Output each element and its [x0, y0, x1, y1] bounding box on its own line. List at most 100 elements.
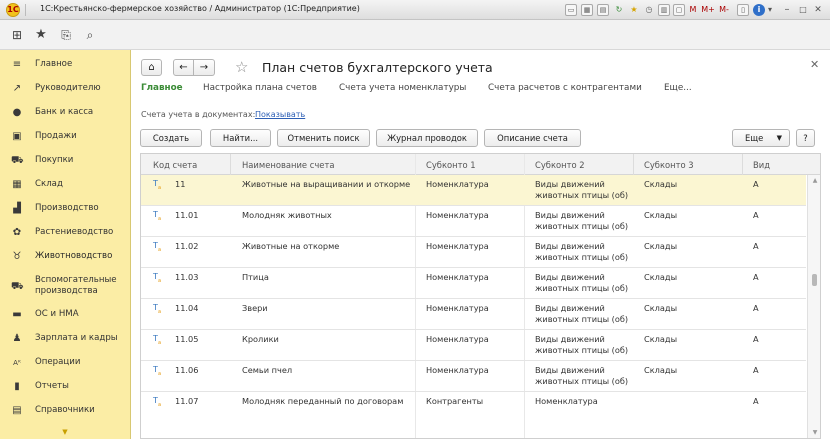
- table-row[interactable]: Ta 11.02 Животные на откорме Номенклатур…: [141, 237, 806, 268]
- create-button[interactable]: Создать: [140, 129, 202, 147]
- help-button[interactable]: ?: [796, 129, 815, 147]
- sidebar-item-livestock[interactable]: ♉ Животноводство: [0, 245, 130, 269]
- cell-code: 11.01: [175, 210, 199, 220]
- history-icon[interactable]: ⎘: [58, 27, 74, 43]
- cell-sub2: Виды движений: [535, 179, 605, 189]
- sidebar-item-label: Банк и касса: [35, 107, 94, 117]
- cancel-search-button[interactable]: Отменить поиск: [277, 129, 370, 147]
- account-icon: Ta: [153, 334, 162, 346]
- info-dropdown-icon[interactable]: ▾: [766, 4, 774, 16]
- window-icon[interactable]: ▭: [565, 4, 577, 16]
- star-icon[interactable]: ★: [628, 4, 640, 16]
- sidebar-item-warehouse[interactable]: ▦ Склад: [0, 173, 130, 197]
- info-icon[interactable]: i: [753, 4, 765, 16]
- sidebar-scroll-down-icon[interactable]: ▼: [59, 428, 71, 436]
- account-icon: Ta: [153, 179, 162, 191]
- sidebar-item-fixed-assets[interactable]: ▬ ОС и НМА: [0, 303, 130, 327]
- cell-kind: А: [753, 303, 759, 313]
- layout-icon[interactable]: ▯: [737, 4, 749, 16]
- search-icon[interactable]: ⌕: [82, 27, 98, 43]
- sidebar-item-sales[interactable]: ▣ Продажи: [0, 125, 130, 149]
- account-icon: Ta: [153, 241, 162, 253]
- tab-main[interactable]: Главное: [141, 83, 183, 93]
- main-panel: ⌂ ← → ☆ План счетов бухгалтерского учета…: [131, 50, 830, 439]
- sidebar-item-purchases[interactable]: ⛟ Покупки: [0, 149, 130, 173]
- maximize-icon[interactable]: □: [797, 4, 809, 16]
- col-header-code[interactable]: Код счета: [153, 160, 197, 170]
- add-to-favorites-icon[interactable]: ☆: [235, 58, 253, 76]
- calculator-icon[interactable]: ▦: [581, 4, 593, 16]
- cell-code: 11.02: [175, 241, 199, 251]
- memory-minus-button[interactable]: M-: [717, 4, 731, 16]
- cell-sub2-line2: животных птицы (об): [535, 283, 629, 293]
- sidebar-item-bank[interactable]: ● Банк и касса: [0, 101, 130, 125]
- more-button[interactable]: Еще ▼: [732, 129, 790, 147]
- table-row[interactable]: Ta 11.04 Звери Номенклатура Виды движени…: [141, 299, 806, 330]
- print-icon[interactable]: ▥: [658, 4, 670, 16]
- refresh-icon[interactable]: ↻: [613, 4, 625, 16]
- sidebar-item-salary[interactable]: ♟ Зарплата и кадры: [0, 327, 130, 351]
- cell-kind: А: [753, 179, 759, 189]
- home-button[interactable]: ⌂: [141, 59, 162, 76]
- table-row[interactable]: Ta 11.03 Птица Номенклатура Виды движени…: [141, 268, 806, 299]
- books-icon: ▤: [12, 405, 22, 416]
- table-row[interactable]: Ta 11 Животные на выращивании и откорме …: [141, 175, 806, 206]
- memory-m-button[interactable]: M: [688, 4, 698, 16]
- sidebar-item-manager[interactable]: ↗ Руководителю: [0, 77, 130, 101]
- clock-icon[interactable]: ◷: [643, 4, 655, 16]
- col-header-sub1[interactable]: Субконто 1: [426, 160, 476, 170]
- cell-sub2-line2: животных птицы (об): [535, 376, 629, 386]
- app-logo-icon[interactable]: 1С: [6, 3, 20, 17]
- sidebar-item-operations[interactable]: Аᴷ Операции: [0, 351, 130, 375]
- col-header-kind[interactable]: Вид: [753, 160, 770, 170]
- journal-button[interactable]: Журнал проводок: [376, 129, 478, 147]
- operations-icon: Аᴷ: [13, 359, 21, 367]
- tab-item-accounts[interactable]: Счета учета номенклатуры: [339, 83, 466, 93]
- memory-plus-button[interactable]: M+: [701, 4, 715, 16]
- col-header-sub3[interactable]: Субконто 3: [644, 160, 694, 170]
- cell-sub2-line2: животных птицы (об): [535, 345, 629, 355]
- tab-chart-settings[interactable]: Настройка плана счетов: [203, 83, 317, 93]
- favorites-star-icon[interactable]: ★: [33, 27, 49, 43]
- col-header-sub2[interactable]: Субконто 2: [535, 160, 585, 170]
- sidebar-item-catalogs[interactable]: ▤ Справочники: [0, 399, 130, 423]
- tab-more[interactable]: Еще...: [664, 83, 692, 93]
- scroll-thumb[interactable]: [812, 274, 817, 286]
- document-icon[interactable]: ▢: [673, 4, 685, 16]
- animal-icon: ♉: [12, 251, 22, 262]
- cell-sub1: Номенклатура: [426, 241, 489, 251]
- cell-sub3: Склады: [644, 210, 678, 220]
- table-scrollbar[interactable]: ▲ ▼: [807, 175, 820, 438]
- sidebar-item-production[interactable]: ▟ Производство: [0, 197, 130, 221]
- cell-sub1: Номенклатура: [426, 303, 489, 313]
- tab-counterparty-accounts[interactable]: Счета расчетов с контрагентами: [488, 83, 642, 93]
- show-docs-link[interactable]: Показывать: [255, 110, 305, 119]
- truck-icon: ▬: [12, 309, 22, 320]
- minimize-icon[interactable]: –: [781, 4, 793, 16]
- account-description-button[interactable]: Описание счета: [484, 129, 581, 147]
- scroll-up-icon[interactable]: ▲: [811, 178, 819, 184]
- table-row[interactable]: Ta 11.05 Кролики Номенклатура Виды движе…: [141, 330, 806, 361]
- calendar-icon[interactable]: ▤: [597, 4, 609, 16]
- back-button[interactable]: ←: [173, 59, 194, 76]
- table-row[interactable]: Ta 11.01 Молодняк животных Номенклатура …: [141, 206, 806, 237]
- cell-sub3: Склады: [644, 303, 678, 313]
- scroll-down-icon[interactable]: ▼: [811, 430, 819, 436]
- menu-lines-icon: ≡: [12, 59, 22, 70]
- sidebar-item-main[interactable]: ≡ Главное: [0, 53, 130, 77]
- sidebar-item-auxiliary[interactable]: ⛟ Вспомогательные производства: [0, 269, 130, 305]
- sidebar-item-reports[interactable]: ▮ Отчеты: [0, 375, 130, 399]
- sidebar-item-label: Справочники: [35, 405, 95, 415]
- sidebar-item-crop[interactable]: ✿ Растениеводство: [0, 221, 130, 245]
- forward-button[interactable]: →: [194, 59, 215, 76]
- table-row[interactable]: Ta 11.07 Молодняк переданный по договора…: [141, 392, 806, 423]
- column-divider: [230, 154, 231, 175]
- table-row[interactable]: Ta 11.06 Семьи пчел Номенклатура Виды дв…: [141, 361, 806, 392]
- close-window-icon[interactable]: ✕: [812, 4, 824, 16]
- apps-grid-icon[interactable]: ⊞: [9, 27, 25, 43]
- cell-name: Звери: [242, 303, 268, 313]
- col-header-name[interactable]: Наименование счета: [242, 160, 334, 170]
- find-button[interactable]: Найти...: [210, 129, 271, 147]
- cell-sub3: Склады: [644, 272, 678, 282]
- close-form-icon[interactable]: ✕: [810, 58, 819, 71]
